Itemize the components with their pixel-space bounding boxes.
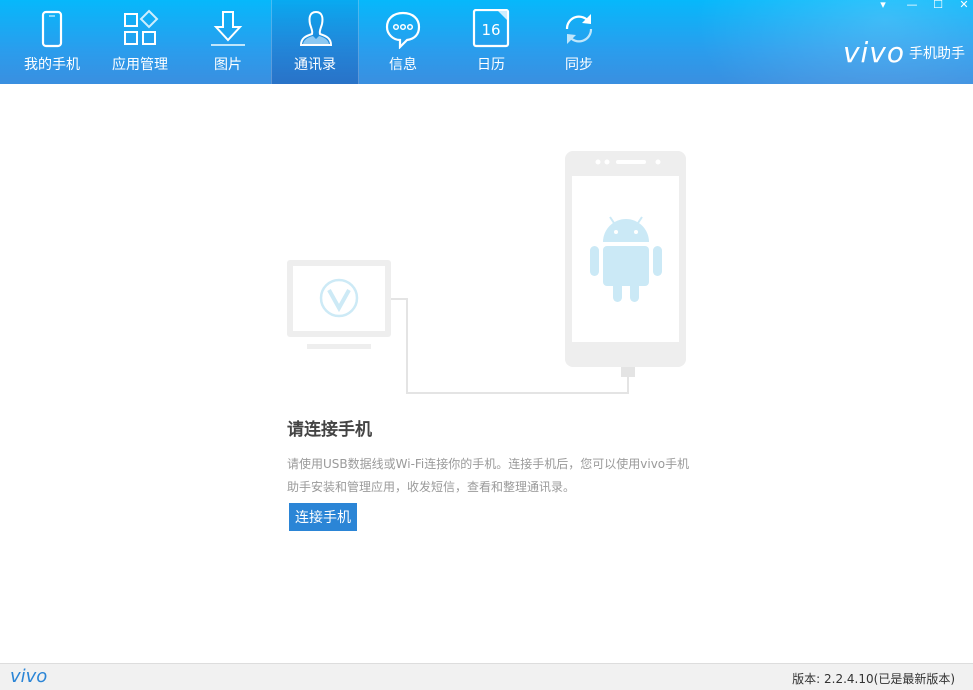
tab-contacts[interactable]: 通讯录	[271, 0, 359, 84]
sync-icon	[559, 9, 599, 49]
tab-sync[interactable]: 同步	[535, 0, 623, 84]
connect-description: 请使用USB数据线或Wi-Fi连接你的手机。连接手机后，您可以使用vivo手机助…	[287, 453, 697, 499]
apps-icon	[120, 9, 160, 49]
svg-text:16: 16	[481, 21, 500, 39]
tab-label: 应用管理	[96, 54, 184, 74]
connect-phone-button[interactable]: 连接手机	[289, 503, 357, 531]
maximize-button[interactable]: ☐	[929, 0, 947, 12]
tab-label: 信息	[359, 54, 447, 74]
top-toolbar: 我的手机 应用管理 图片 通讯录 信息 16 日历 同步 ▾ — ☐ ✕ viv…	[0, 0, 973, 84]
close-button[interactable]: ✕	[955, 0, 973, 12]
tab-app-management[interactable]: 应用管理	[96, 0, 184, 84]
connect-illustration	[280, 140, 700, 410]
status-bar: vivo 版本: 2.2.4.10(已是最新版本)	[0, 663, 973, 690]
phone-icon	[32, 9, 72, 49]
tab-my-phone[interactable]: 我的手机	[8, 0, 96, 84]
vivo-logo: vivo	[843, 36, 905, 69]
menu-button[interactable]: ▾	[874, 0, 892, 12]
tab-label: 通讯录	[272, 54, 358, 74]
tab-label: 日历	[447, 54, 535, 74]
message-icon	[383, 9, 423, 49]
connect-title: 请连接手机	[287, 415, 372, 440]
tab-calendar[interactable]: 16 日历	[447, 0, 535, 84]
laptop-icon	[287, 260, 391, 349]
brand: vivo 手机助手	[843, 36, 965, 69]
tab-pictures[interactable]: 图片	[184, 0, 272, 84]
minimize-button[interactable]: —	[903, 0, 921, 12]
contact-icon	[296, 9, 336, 49]
version-text: 版本: 2.2.4.10(已是最新版本)	[792, 670, 955, 687]
calendar-icon: 16	[471, 9, 511, 49]
footer-vivo-logo: vivo	[10, 666, 47, 687]
tab-label: 我的手机	[8, 54, 96, 74]
tab-messages[interactable]: 信息	[359, 0, 447, 84]
download-icon	[208, 9, 248, 49]
tab-label: 图片	[184, 54, 272, 74]
brand-subtitle: 手机助手	[909, 43, 965, 63]
tab-label: 同步	[535, 54, 623, 74]
